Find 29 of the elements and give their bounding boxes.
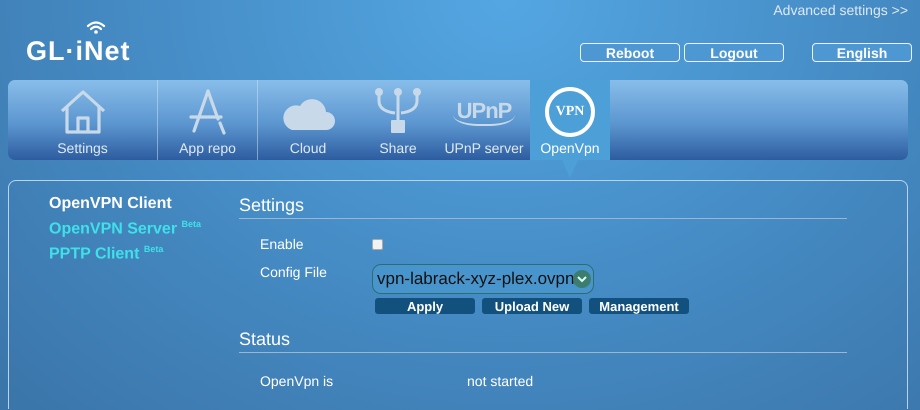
section-title: Status bbox=[239, 329, 847, 353]
enable-checkbox[interactable] bbox=[372, 238, 383, 250]
nav-tab[interactable]: Settings bbox=[8, 80, 158, 160]
nav-tab[interactable]: VPN OpenVpn bbox=[530, 80, 610, 178]
nav-tab[interactable]: UPnP UPnP server bbox=[438, 80, 530, 160]
action-button[interactable]: Management bbox=[589, 298, 689, 314]
header-button[interactable]: English bbox=[812, 43, 912, 62]
nav-tab[interactable]: Cloud bbox=[258, 80, 358, 160]
config-file-select[interactable]: vpn-labrack-xyz-plex.ovpn bbox=[372, 264, 594, 294]
sidebar-item[interactable]: OpenVPN Client bbox=[49, 195, 239, 213]
sidebar-item[interactable]: OpenVPN Server $^{Beta}$ bbox=[49, 219, 239, 238]
field-label: Enable bbox=[260, 236, 305, 252]
header-button[interactable]: Reboot bbox=[580, 43, 680, 62]
compass-icon bbox=[188, 89, 228, 135]
header-button[interactable]: Logout bbox=[684, 43, 784, 62]
wifi-icon bbox=[86, 20, 106, 34]
nav-tab[interactable]: Share bbox=[358, 80, 438, 160]
vpn-ring-icon: VPN bbox=[545, 87, 595, 137]
action-button[interactable]: Apply bbox=[375, 298, 475, 314]
advanced-settings-link[interactable]: Advanced settings >> bbox=[773, 2, 908, 18]
field-label: Config File bbox=[260, 264, 328, 280]
status-value: not started bbox=[467, 373, 534, 389]
status-label: OpenVpn is bbox=[260, 373, 334, 389]
action-button[interactable]: Upload New bbox=[482, 298, 582, 314]
logo-text: GL·iNet bbox=[26, 36, 130, 67]
sidebar-item[interactable]: PPTP Client $^{Beta}$ bbox=[49, 244, 239, 264]
section-title: Settings bbox=[239, 195, 847, 219]
dropdown-icon[interactable] bbox=[573, 270, 591, 288]
nav-tab[interactable]: App repo bbox=[158, 80, 258, 160]
